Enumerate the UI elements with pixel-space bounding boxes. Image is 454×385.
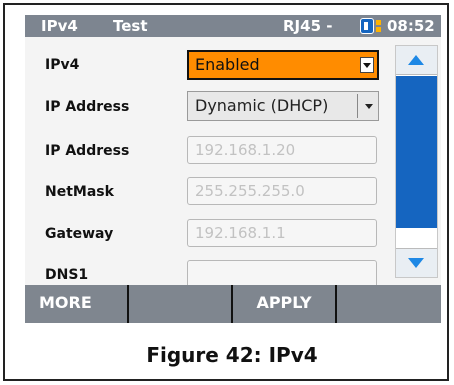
ip-address-label: IP Address xyxy=(45,143,130,159)
ipv4-dropdown-value: Enabled xyxy=(195,55,260,74)
scroll-thumb[interactable] xyxy=(396,76,437,228)
clock: 08:52 xyxy=(387,17,435,35)
softkey-bar: MORE APPLY xyxy=(25,285,441,323)
ip-mode-select[interactable]: Dynamic (DHCP) xyxy=(187,91,379,121)
scrollbar[interactable] xyxy=(395,45,438,278)
ipv4-dropdown[interactable]: Enabled xyxy=(187,50,379,80)
figure-frame: IPv4 Test RJ45 - 08:52 IPv4 Enabled IP A… xyxy=(3,3,449,381)
signal-icon xyxy=(376,20,381,32)
softkey-2[interactable] xyxy=(129,285,233,323)
more-button[interactable]: MORE xyxy=(25,285,129,323)
figure-caption: Figure 42: IPv4 xyxy=(146,343,318,367)
scroll-up-arrow-icon[interactable] xyxy=(396,46,437,75)
chevron-down-icon[interactable] xyxy=(365,104,373,109)
chevron-down-icon[interactable] xyxy=(360,57,374,73)
ip-mode-value: Dynamic (DHCP) xyxy=(195,96,329,115)
dns1-label: DNS1 xyxy=(45,267,89,283)
battery-icon xyxy=(360,18,374,34)
gateway-field[interactable]: 192.168.1.1 xyxy=(187,219,377,247)
ipv4-label: IPv4 xyxy=(45,57,80,73)
scroll-down-arrow-icon[interactable] xyxy=(396,248,437,277)
dns1-field[interactable] xyxy=(187,260,377,288)
device-screen: IPv4 Test RJ45 - 08:52 IPv4 Enabled IP A… xyxy=(25,15,441,323)
apply-button[interactable]: APPLY xyxy=(233,285,337,323)
gateway-label: Gateway xyxy=(45,226,114,242)
netmask-label: NetMask xyxy=(45,184,114,200)
select-divider xyxy=(357,94,358,118)
port-label: RJ45 - xyxy=(283,17,333,35)
status-bar: IPv4 Test RJ45 - 08:52 xyxy=(25,15,441,37)
ip-address-field[interactable]: 192.168.1.20 xyxy=(187,136,377,164)
tab-test[interactable]: Test xyxy=(113,16,148,36)
netmask-field[interactable]: 255.255.255.0 xyxy=(187,177,377,205)
tab-ipv4[interactable]: IPv4 xyxy=(41,16,78,36)
ip-mode-label: IP Address xyxy=(45,99,130,115)
softkey-4[interactable] xyxy=(337,285,441,323)
